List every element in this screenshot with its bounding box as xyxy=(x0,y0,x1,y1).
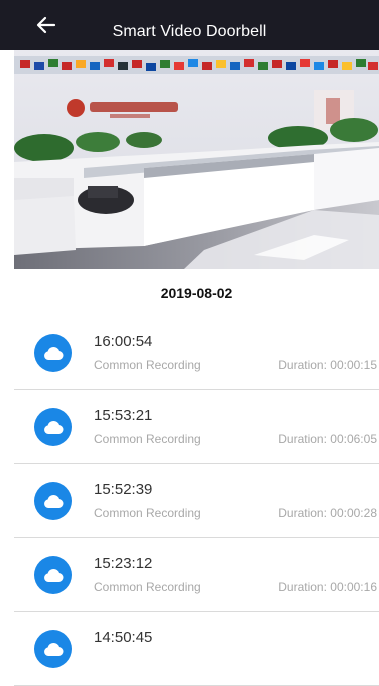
recording-duration: Duration: 00:00:28 xyxy=(278,506,377,520)
recording-time: 15:52:39 xyxy=(94,481,153,498)
cloud-icon xyxy=(34,334,72,372)
cloud-icon xyxy=(34,630,72,668)
recording-item[interactable]: 15:52:39 Common Recording Duration: 00:0… xyxy=(14,464,379,538)
recording-time: 16:00:54 xyxy=(94,333,153,350)
recording-item[interactable]: 15:23:12 Common Recording Duration: 00:0… xyxy=(14,538,379,612)
recording-item[interactable]: 16:00:54 Common Recording Duration: 00:0… xyxy=(14,316,379,390)
recording-duration: Duration: 00:00:16 xyxy=(278,580,377,594)
app-header: Smart Video Doorbell xyxy=(0,0,379,50)
recording-item[interactable]: 15:53:21 Common Recording Duration: 00:0… xyxy=(14,390,379,464)
recording-type: Common Recording xyxy=(94,358,201,372)
recording-list: 16:00:54 Common Recording Duration: 00:0… xyxy=(14,316,379,686)
video-preview[interactable] xyxy=(14,50,379,269)
recording-time: 14:50:45 xyxy=(94,629,153,646)
page-title: Smart Video Doorbell xyxy=(112,23,267,40)
recording-duration: Duration: 00:06:05 xyxy=(278,432,377,446)
video-frame-image xyxy=(14,50,379,269)
cloud-icon xyxy=(34,482,72,520)
recording-duration: Duration: 00:00:15 xyxy=(278,358,377,372)
recording-type: Common Recording xyxy=(94,580,201,594)
recording-type: Common Recording xyxy=(94,432,201,446)
cloud-icon xyxy=(34,556,72,594)
recording-type: Common Recording xyxy=(94,506,201,520)
date-selector[interactable]: 2019-08-02 xyxy=(14,269,379,317)
recording-item[interactable]: 14:50:45 xyxy=(14,612,379,686)
cloud-icon xyxy=(34,408,72,446)
recording-time: 15:53:21 xyxy=(94,407,153,424)
recording-time: 15:23:12 xyxy=(94,555,153,572)
selected-date: 2019-08-02 xyxy=(160,285,233,301)
